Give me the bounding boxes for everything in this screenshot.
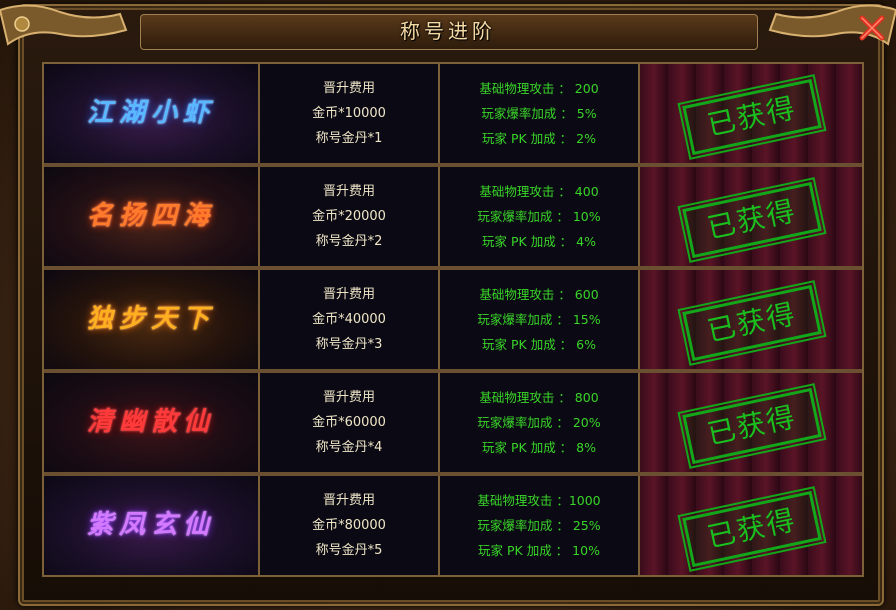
cost-gold: 金币*20000 [312, 209, 386, 224]
cost-cell: 晋升费用 金币*20000 称号金丹*2 [260, 167, 440, 266]
cost-gold: 金币*60000 [312, 415, 386, 430]
stat-pk: 玩家 PK 加成 ： 6% [482, 337, 596, 352]
cost-label: 晋升费用 [322, 390, 375, 405]
obtained-stamp: 已获得 [678, 72, 826, 162]
cost-label: 晋升费用 [322, 493, 375, 508]
cost-label: 晋升费用 [322, 81, 375, 96]
stat-droprate: 玩家爆率加成 ： 20% [477, 415, 601, 430]
title-upgrade-table: 江湖小虾 晋升费用 金币*10000 称号金丹*1 基础物理攻击 ： 200 玩… [42, 62, 864, 577]
stat-pk: 玩家 PK 加成 ： 8% [482, 440, 596, 455]
title-row: 清幽散仙 晋升费用 金币*60000 称号金丹*4 基础物理攻击 ： 800 玩… [44, 373, 862, 476]
stat-attack: 基础物理攻击 ： 200 [479, 81, 599, 96]
stat-attack: 基础物理攻击 ： 600 [479, 287, 599, 302]
title-row: 紫凤玄仙 晋升费用 金币*80000 称号金丹*5 基础物理攻击 ：1000 玩… [44, 476, 862, 575]
title-name-cell: 清幽散仙 [44, 373, 260, 472]
title-name: 名扬四海 [86, 201, 215, 231]
status-cell: 已获得 [640, 373, 862, 472]
title-name-cell: 紫凤玄仙 [44, 476, 260, 575]
stats-cell: 基础物理攻击 ： 200 玩家爆率加成 ： 5% 玩家 PK 加成 ： 2% [440, 64, 640, 163]
title-name: 清幽散仙 [86, 407, 215, 437]
stats-cell: 基础物理攻击 ： 600 玩家爆率加成 ： 15% 玩家 PK 加成 ： 6% [440, 270, 640, 369]
cost-cell: 晋升费用 金币*40000 称号金丹*3 [260, 270, 440, 369]
cost-gold: 金币*10000 [312, 106, 386, 121]
cost-dan: 称号金丹*5 [315, 543, 383, 558]
status-cell: 已获得 [640, 64, 862, 163]
stat-attack: 基础物理攻击 ： 400 [479, 184, 599, 199]
status-cell: 已获得 [640, 270, 862, 369]
stat-pk: 玩家 PK 加成 ： 4% [482, 234, 596, 249]
stats-cell: 基础物理攻击 ： 800 玩家爆率加成 ： 20% 玩家 PK 加成 ： 8% [440, 373, 640, 472]
cost-label: 晋升费用 [322, 184, 375, 199]
cost-dan: 称号金丹*1 [315, 131, 383, 146]
stat-pk: 玩家 PK 加成 ： 2% [482, 131, 596, 146]
obtained-stamp: 已获得 [678, 484, 826, 574]
cost-label: 晋升费用 [322, 287, 375, 302]
stat-droprate: 玩家爆率加成 ： 15% [477, 312, 601, 327]
title-row: 独步天下 晋升费用 金币*40000 称号金丹*3 基础物理攻击 ： 600 玩… [44, 270, 862, 373]
stat-droprate: 玩家爆率加成 ： 10% [477, 209, 601, 224]
stat-attack: 基础物理攻击 ： 800 [479, 390, 599, 405]
stat-attack: 基础物理攻击 ：1000 [477, 493, 601, 508]
title-name-cell: 独步天下 [44, 270, 260, 369]
stat-droprate: 玩家爆率加成 ： 25% [477, 518, 601, 533]
title-row: 江湖小虾 晋升费用 金币*10000 称号金丹*1 基础物理攻击 ： 200 玩… [44, 64, 862, 167]
obtained-stamp: 已获得 [678, 381, 826, 471]
cost-gold: 金币*40000 [312, 312, 386, 327]
cost-gold: 金币*80000 [312, 518, 386, 533]
title-name-cell: 江湖小虾 [44, 64, 260, 163]
cost-cell: 晋升费用 金币*60000 称号金丹*4 [260, 373, 440, 472]
title-row: 名扬四海 晋升费用 金币*20000 称号金丹*2 基础物理攻击 ： 400 玩… [44, 167, 862, 270]
title-name: 江湖小虾 [86, 98, 215, 128]
stat-pk: 玩家 PK 加成 ： 10% [478, 543, 600, 558]
cost-dan: 称号金丹*3 [315, 337, 383, 352]
obtained-stamp: 已获得 [678, 175, 826, 265]
stats-cell: 基础物理攻击 ： 400 玩家爆率加成 ： 10% 玩家 PK 加成 ： 4% [440, 167, 640, 266]
cost-dan: 称号金丹*4 [315, 440, 383, 455]
stat-droprate: 玩家爆率加成 ： 5% [481, 106, 597, 121]
window-title: 称号进阶 [400, 19, 496, 43]
status-cell: 已获得 [640, 167, 862, 266]
cost-dan: 称号金丹*2 [315, 234, 383, 249]
title-name: 紫凤玄仙 [86, 510, 215, 540]
obtained-stamp: 已获得 [678, 278, 826, 368]
cost-cell: 晋升费用 金币*10000 称号金丹*1 [260, 64, 440, 163]
status-cell: 已获得 [640, 476, 862, 575]
stats-cell: 基础物理攻击 ：1000 玩家爆率加成 ： 25% 玩家 PK 加成 ： 10% [440, 476, 640, 575]
close-x-icon[interactable] [858, 14, 886, 42]
cost-cell: 晋升费用 金币*80000 称号金丹*5 [260, 476, 440, 575]
title-name: 独步天下 [86, 304, 215, 334]
title-name-cell: 名扬四海 [44, 167, 260, 266]
